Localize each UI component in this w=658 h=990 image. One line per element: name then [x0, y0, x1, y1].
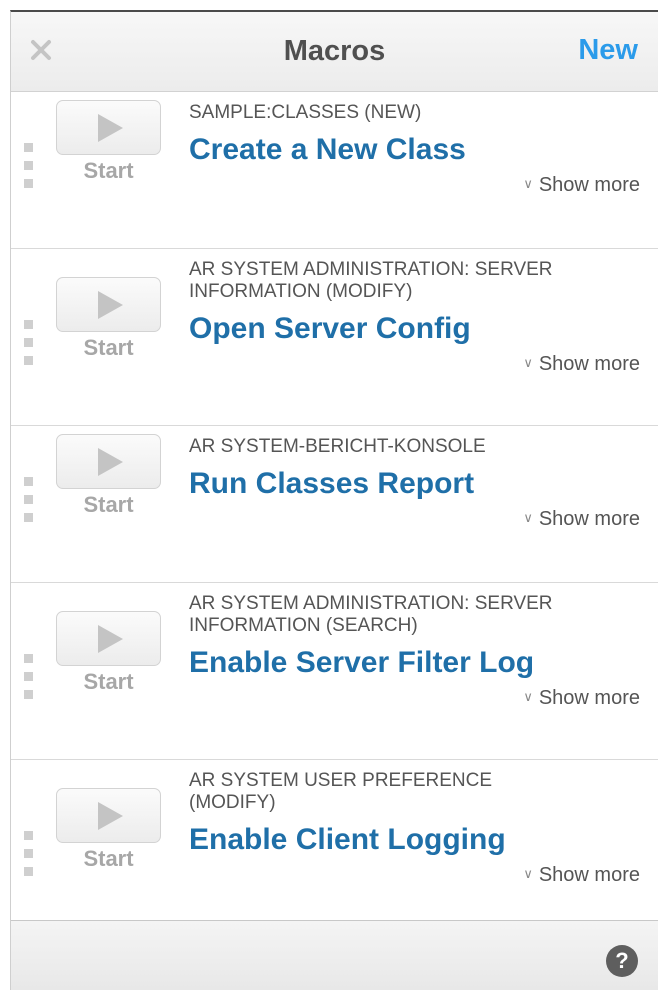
macro-content: AR SYSTEM-BERICHT-KONSOLE Run Classes Re… — [189, 426, 658, 543]
macro-item: Start AR SYSTEM ADMINISTRATION: SERVER I… — [11, 583, 658, 760]
show-more-label: Show more — [538, 508, 640, 530]
show-more-label: Show more — [538, 353, 640, 375]
macro-list: Start SAMPLE:CLASSES (NEW) Create a New … — [11, 92, 658, 920]
show-more-toggle[interactable]: ∨ Show more — [189, 687, 640, 722]
macro-name-link[interactable]: Open Server Config — [189, 311, 640, 347]
macro-item: Start AR SYSTEM-BERICHT-KONSOLE Run Clas… — [11, 426, 658, 583]
play-icon — [97, 113, 123, 142]
chevron-down-icon: ∨ — [523, 355, 533, 370]
start-label: Start — [83, 492, 134, 517]
start-label: Start — [83, 669, 134, 694]
panel-title: Macros — [283, 35, 386, 67]
macro-item: Start SAMPLE:CLASSES (NEW) Create a New … — [11, 92, 658, 249]
start-control: Start — [56, 788, 161, 872]
start-button[interactable] — [56, 611, 161, 666]
start-control: Start — [56, 277, 161, 361]
show-more-label: Show more — [538, 174, 640, 196]
show-more-toggle[interactable]: ∨ Show more — [189, 864, 640, 899]
macro-name-link[interactable]: Enable Client Logging — [189, 822, 640, 858]
drag-handle-icon[interactable] — [24, 654, 34, 699]
play-icon — [97, 290, 123, 319]
macro-content: AR SYSTEM ADMINISTRATION: SERVER INFORMA… — [189, 583, 658, 722]
macro-category: AR SYSTEM ADMINISTRATION: SERVER INFORMA… — [189, 593, 553, 636]
chevron-down-icon: ∨ — [523, 689, 533, 704]
play-icon — [97, 801, 123, 830]
start-button[interactable] — [56, 788, 161, 843]
new-macro-button[interactable]: New — [578, 34, 638, 67]
macro-content: AR SYSTEM USER PREFERENCE (MODIFY) Enabl… — [189, 760, 658, 899]
play-icon — [97, 624, 123, 653]
start-control: Start — [56, 611, 161, 695]
macro-item: Start AR SYSTEM ADMINISTRATION: SERVER I… — [11, 249, 658, 426]
show-more-label: Show more — [538, 687, 640, 709]
macro-content: AR SYSTEM ADMINISTRATION: SERVER INFORMA… — [189, 249, 658, 388]
macro-category: AR SYSTEM USER PREFERENCE (MODIFY) — [189, 770, 492, 813]
start-button[interactable] — [56, 100, 161, 155]
drag-handle-icon[interactable] — [24, 831, 34, 876]
start-button[interactable] — [56, 277, 161, 332]
macro-category: AR SYSTEM-BERICHT-KONSOLE — [189, 436, 486, 457]
start-button[interactable] — [56, 434, 161, 489]
show-more-toggle[interactable]: ∨ Show more — [189, 353, 640, 388]
show-more-toggle[interactable]: ∨ Show more — [189, 508, 640, 543]
chevron-down-icon: ∨ — [523, 176, 533, 191]
drag-handle-icon[interactable] — [24, 477, 34, 522]
macro-item: Start AR SYSTEM USER PREFERENCE (MODIFY)… — [11, 760, 658, 920]
panel-header: Macros New — [11, 12, 658, 92]
macro-content: SAMPLE:CLASSES (NEW) Create a New Class … — [189, 92, 658, 209]
start-label: Start — [83, 846, 134, 871]
start-control: Start — [56, 434, 161, 518]
show-more-toggle[interactable]: ∨ Show more — [189, 174, 640, 209]
help-icon[interactable]: ? — [606, 945, 638, 977]
macro-name-link[interactable]: Create a New Class — [189, 132, 640, 168]
panel-footer: ? — [11, 920, 658, 990]
close-icon[interactable] — [27, 36, 55, 64]
macro-category: AR SYSTEM ADMINISTRATION: SERVER INFORMA… — [189, 259, 553, 302]
chevron-down-icon: ∨ — [523, 510, 533, 525]
macros-panel: Macros New Start SAMPLE:CLASSES (NEW) Cr… — [10, 10, 658, 990]
start-label: Start — [83, 335, 134, 360]
drag-handle-icon[interactable] — [24, 320, 34, 365]
start-label: Start — [83, 158, 134, 183]
macro-category: SAMPLE:CLASSES (NEW) — [189, 102, 422, 123]
chevron-down-icon: ∨ — [523, 866, 533, 881]
play-icon — [97, 447, 123, 476]
drag-handle-icon[interactable] — [24, 143, 34, 188]
show-more-label: Show more — [538, 864, 640, 886]
start-control: Start — [56, 100, 161, 184]
macro-name-link[interactable]: Run Classes Report — [189, 466, 640, 502]
macro-name-link[interactable]: Enable Server Filter Log — [189, 645, 640, 681]
